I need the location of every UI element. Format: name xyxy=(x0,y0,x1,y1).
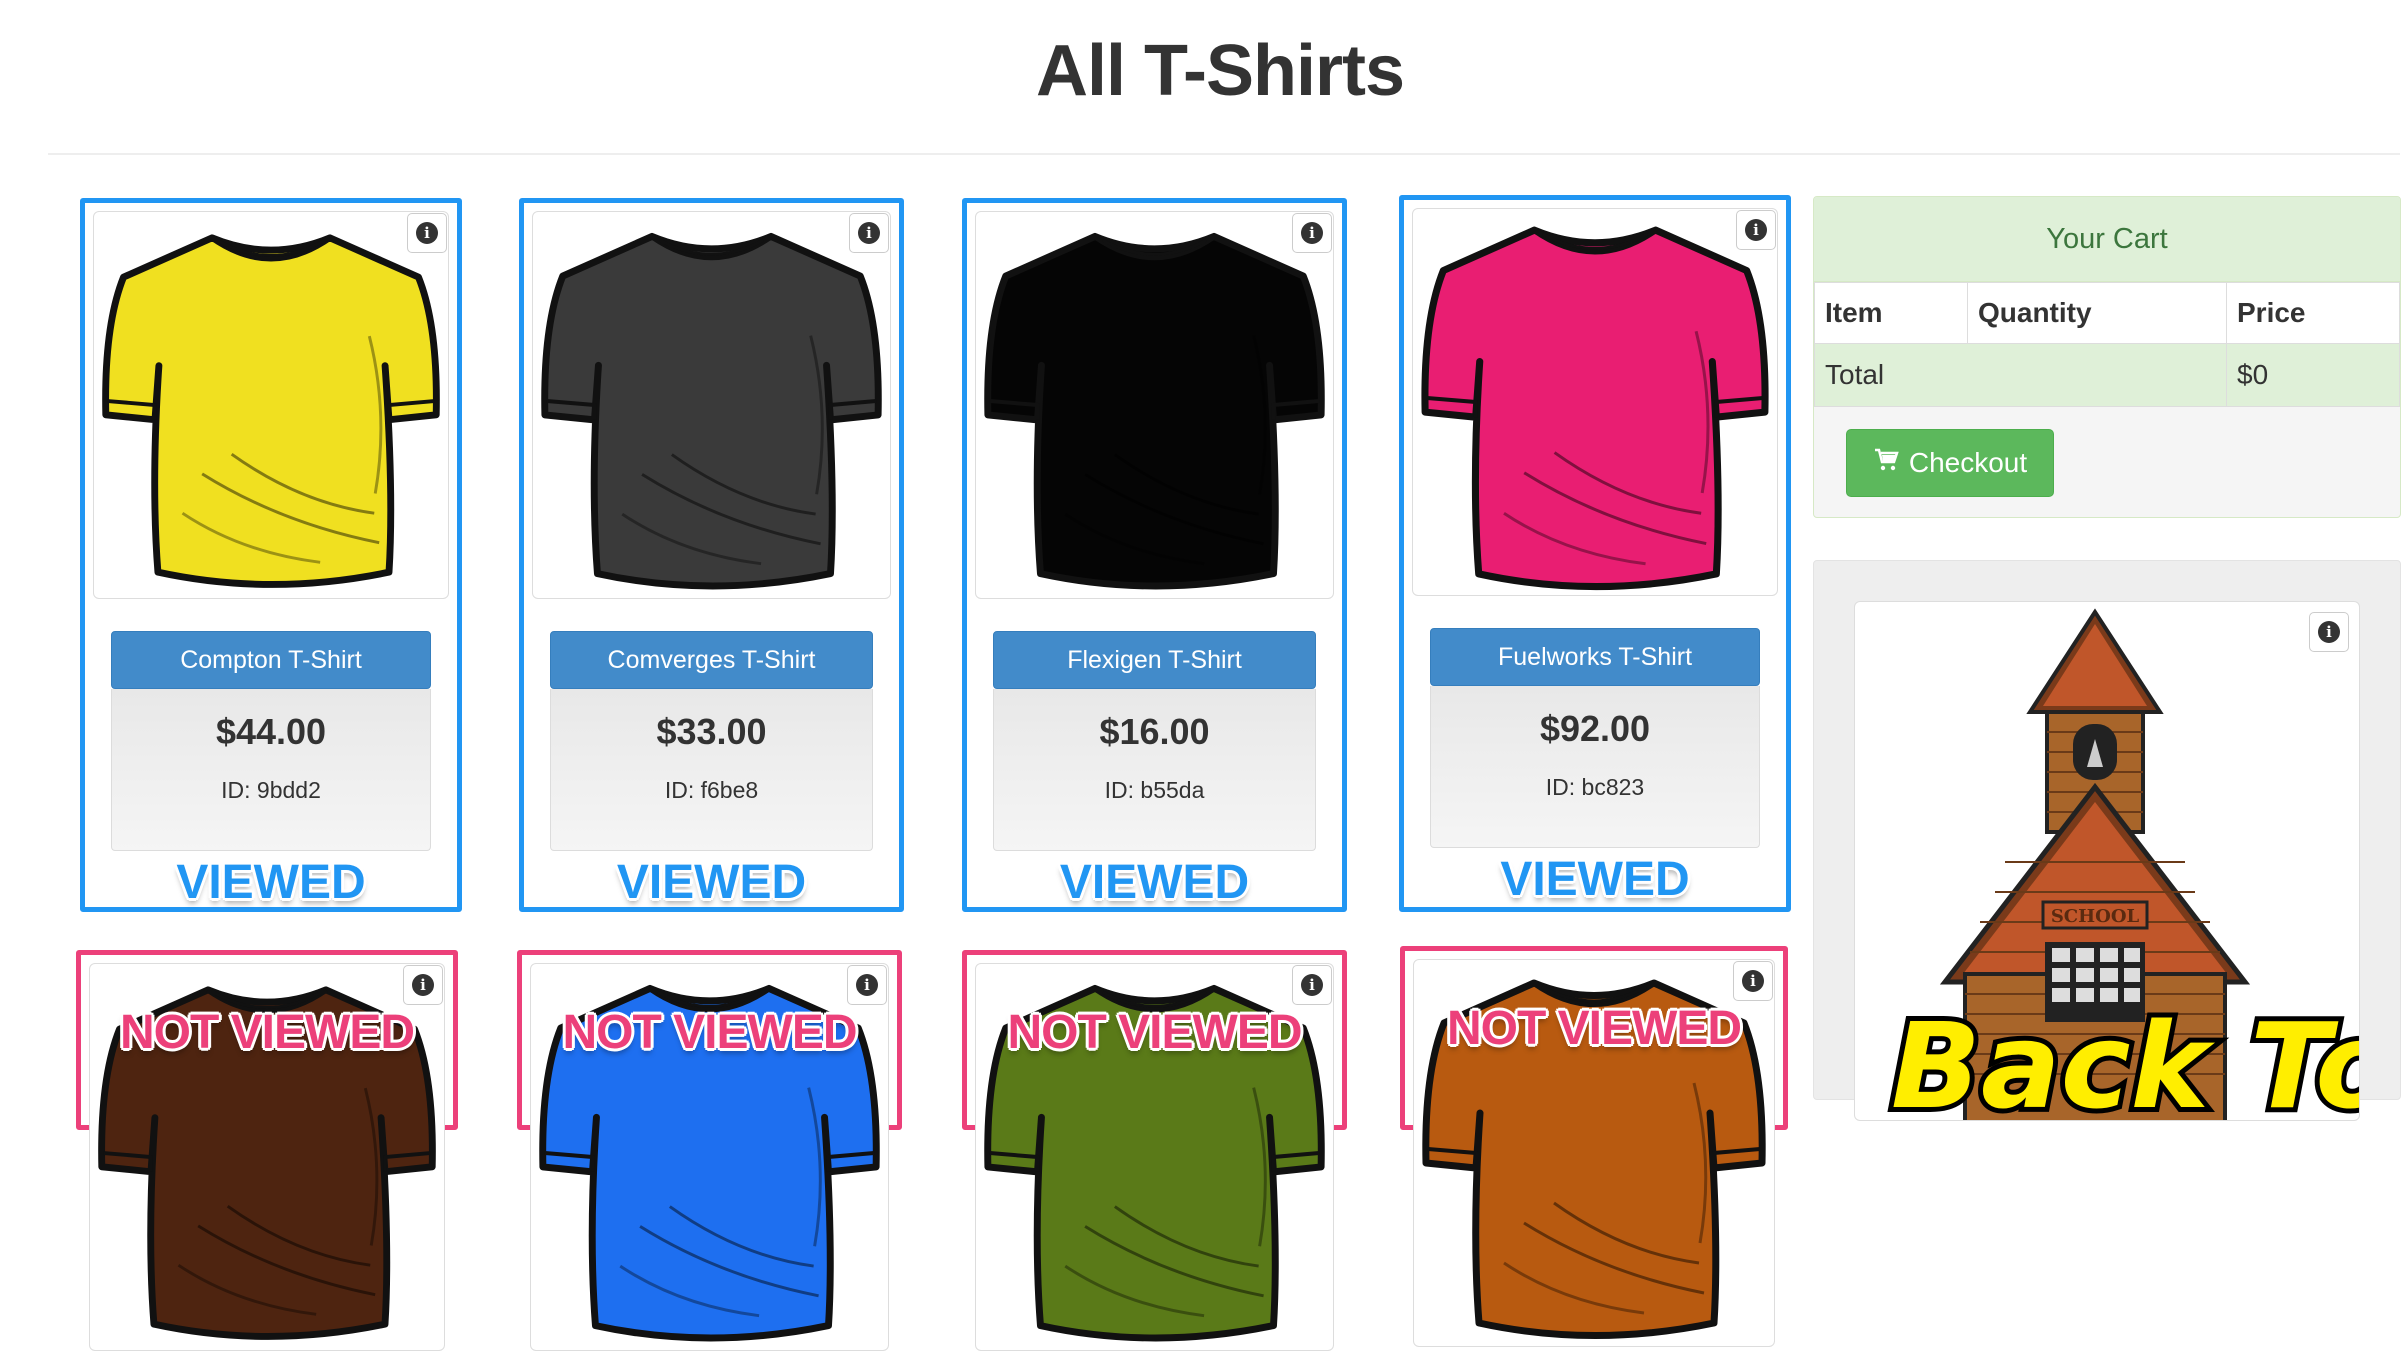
product-id: ID: bc823 xyxy=(1545,774,1645,800)
product-card[interactable]: i Fuelworks T-Shirt $92.00 ID: bc823 VIE… xyxy=(1399,195,1791,912)
cart-column-quantity: Quantity xyxy=(1967,282,2227,344)
product-price: $92.00 xyxy=(1539,708,1651,749)
product-id: ID: b55da xyxy=(1104,777,1205,803)
tshirt-graphic xyxy=(1421,226,1769,591)
info-button[interactable]: i xyxy=(849,213,889,253)
product-price: $16.00 xyxy=(1099,711,1210,752)
product-card[interactable]: i NOT VIEWED xyxy=(962,950,1347,1351)
info-button[interactable]: i xyxy=(2309,612,2349,652)
ad-headline: Back To xyxy=(1891,997,2360,1121)
cart-table: Item Quantity Price Total $0 xyxy=(1814,282,2400,407)
viewed-stamp: VIEWED xyxy=(1059,856,1250,909)
product-card[interactable]: i NOT VIEWED xyxy=(517,950,902,1351)
info-button[interactable]: i xyxy=(1736,210,1776,250)
info-icon: i xyxy=(858,222,880,244)
price-panel: $16.00 ID: b55da xyxy=(993,689,1316,851)
viewed-stamp: VIEWED xyxy=(176,856,366,909)
tshirt-image[interactable] xyxy=(975,211,1334,599)
info-button[interactable]: i xyxy=(403,965,443,1005)
info-button[interactable]: i xyxy=(847,965,887,1005)
promo-panel: SCHOOL Back To i xyxy=(1813,560,2401,1121)
price-panel: $33.00 ID: f6be8 xyxy=(550,689,873,851)
cart-icon xyxy=(1873,447,1899,480)
info-icon: i xyxy=(1301,974,1323,996)
product-name-button[interactable]: Compton T-Shirt xyxy=(111,631,431,689)
price-panel: $92.00 ID: bc823 xyxy=(1430,686,1760,848)
product-name-button[interactable]: Flexigen T-Shirt xyxy=(993,631,1316,689)
info-button[interactable]: i xyxy=(407,213,447,253)
tshirt-graphic xyxy=(541,232,882,590)
schoolhouse-illustration: SCHOOL Back To xyxy=(1886,608,2360,1121)
tshirt-image[interactable] xyxy=(532,211,891,599)
cart-title: Your Cart xyxy=(1814,197,2400,282)
info-icon: i xyxy=(416,222,438,244)
info-icon: i xyxy=(1301,222,1323,244)
checkout-button[interactable]: Checkout xyxy=(1846,429,2054,497)
tshirt-graphic xyxy=(984,232,1325,590)
info-button[interactable]: i xyxy=(1292,213,1332,253)
back-to-school-ad[interactable]: SCHOOL Back To i xyxy=(1854,601,2360,1121)
not-viewed-stamp: NOT VIEWED xyxy=(1446,1002,1742,1055)
title-divider xyxy=(48,153,2400,155)
info-button[interactable]: i xyxy=(1733,961,1773,1001)
ad-sign-text: SCHOOL xyxy=(2051,906,2140,927)
not-viewed-stamp: NOT VIEWED xyxy=(1007,1006,1302,1059)
product-price: $44.00 xyxy=(215,711,327,752)
tshirt-image[interactable] xyxy=(93,211,449,599)
product-id: ID: 9bdd2 xyxy=(221,777,321,803)
page-title: All T-Shirts xyxy=(1035,31,1405,111)
product-name-button[interactable]: Fuelworks T-Shirt xyxy=(1430,628,1760,686)
info-icon: i xyxy=(2318,621,2340,643)
viewed-stamp: VIEWED xyxy=(616,856,807,909)
cart-panel: Your Cart Item Quantity Price Total $0 C… xyxy=(1813,196,2401,518)
product-id: ID: f6be8 xyxy=(664,777,759,803)
product-card[interactable]: i NOT VIEWED xyxy=(76,950,458,1351)
info-icon: i xyxy=(856,974,878,996)
cart-column-item: Item xyxy=(1814,282,1968,344)
price-panel: $44.00 ID: 9bdd2 xyxy=(111,689,431,851)
not-viewed-stamp: NOT VIEWED xyxy=(119,1006,415,1059)
product-card[interactable]: i NOT VIEWED xyxy=(1400,946,1788,1347)
product-card[interactable]: i Compton T-Shirt $44.00 ID: 9bdd2 VIEWE… xyxy=(80,198,462,912)
product-card[interactable]: i Flexigen T-Shirt $16.00 ID: b55da VIEW… xyxy=(962,198,1347,912)
checkout-label: Checkout xyxy=(1908,447,2028,478)
not-viewed-stamp: NOT VIEWED xyxy=(562,1006,857,1059)
cart-total-value: $0 xyxy=(2226,343,2400,407)
info-button[interactable]: i xyxy=(1292,965,1332,1005)
product-card[interactable]: i Comverges T-Shirt $33.00 ID: f6be8 VIE… xyxy=(519,198,904,912)
tshirt-image[interactable] xyxy=(1412,208,1778,596)
info-icon: i xyxy=(1742,970,1764,992)
tshirt-graphic xyxy=(102,234,440,588)
info-icon: i xyxy=(412,974,434,996)
cart-column-price: Price xyxy=(2226,282,2400,344)
info-icon: i xyxy=(1745,219,1767,241)
product-name-button[interactable]: Comverges T-Shirt xyxy=(550,631,873,689)
cart-total-label: Total xyxy=(1814,343,2227,407)
product-price: $33.00 xyxy=(656,711,767,752)
viewed-stamp: VIEWED xyxy=(1500,853,1690,906)
